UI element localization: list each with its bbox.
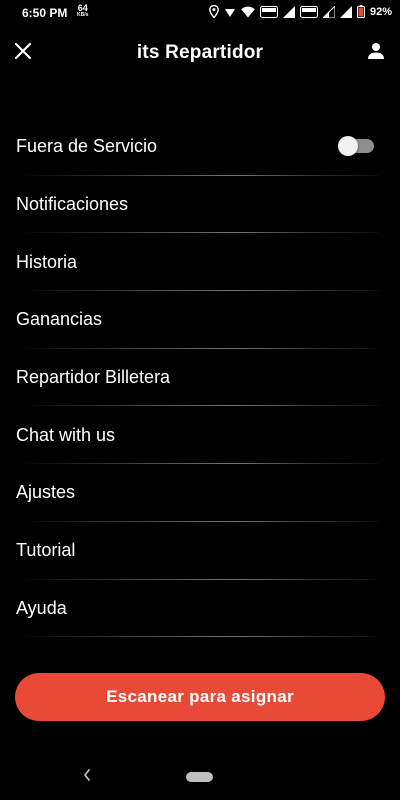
- vibrate-icon: [224, 6, 236, 18]
- menu-item-label: Tutorial: [16, 540, 76, 561]
- divider: [18, 636, 378, 638]
- menu-list: Fuera de Servicio Notificaciones Histori…: [0, 118, 400, 638]
- chevron-left-icon: [82, 768, 92, 787]
- page-title: its Repartidor: [136, 42, 264, 63]
- menu-item-tutorial[interactable]: Tutorial: [0, 522, 400, 580]
- network-speed: 64 KB/s: [77, 4, 88, 19]
- wifi-icon: [241, 6, 255, 18]
- signal-3-icon: [339, 5, 352, 18]
- out-of-service-toggle[interactable]: [338, 136, 374, 156]
- app-header: its Repartidor: [0, 30, 400, 78]
- battery-percent: 92%: [369, 5, 392, 18]
- signal-2-icon: [322, 5, 335, 18]
- status-time: 6:50 PM: [22, 6, 68, 20]
- toggle-knob: [338, 136, 358, 156]
- menu-item-label: Historia: [16, 251, 78, 272]
- menu-item-chat-with-us[interactable]: Chat with us: [0, 406, 400, 465]
- menu-item-label: Ganancias: [16, 309, 103, 330]
- status-bar: 6:50 PM 64 KB/s 92%: [0, 0, 400, 26]
- menu-item-label: Chat with us: [16, 424, 116, 445]
- menu-item-ajustes[interactable]: Ajustes: [0, 464, 400, 522]
- status-icons: 92%: [209, 5, 392, 18]
- menu-item-notificaciones[interactable]: Notificaciones: [0, 176, 400, 234]
- home-pill-button[interactable]: [186, 772, 213, 782]
- location-icon: [209, 5, 219, 18]
- battery-icon: [356, 5, 365, 18]
- menu-item-ayuda[interactable]: Ayuda: [0, 580, 400, 638]
- menu-item-label: Ayuda: [16, 597, 67, 618]
- network-speed-unit: KB/s: [77, 12, 89, 18]
- menu-item-repartidor-billetera[interactable]: Repartidor Billetera: [0, 349, 400, 407]
- scan-to-assign-button[interactable]: Escanear para asignar: [15, 673, 385, 721]
- signal-1-icon: [282, 5, 295, 18]
- volte-2-icon: [299, 5, 318, 18]
- menu-item-label: Fuera de Servicio: [16, 136, 158, 157]
- menu-item-historia[interactable]: Historia: [0, 233, 400, 292]
- menu-item-label: Ajustes: [16, 482, 76, 503]
- menu-item-label: Notificaciones: [16, 194, 129, 215]
- menu-item-ganancias[interactable]: Ganancias: [0, 291, 400, 349]
- navigation-bar: [0, 758, 400, 800]
- menu-item-label: Repartidor Billetera: [16, 367, 171, 388]
- menu-item-fuera-de-servicio[interactable]: Fuera de Servicio: [0, 118, 400, 176]
- back-button[interactable]: [78, 768, 96, 786]
- profile-button[interactable]: [362, 39, 390, 67]
- volte-icon: [259, 5, 278, 18]
- person-icon: [367, 42, 385, 65]
